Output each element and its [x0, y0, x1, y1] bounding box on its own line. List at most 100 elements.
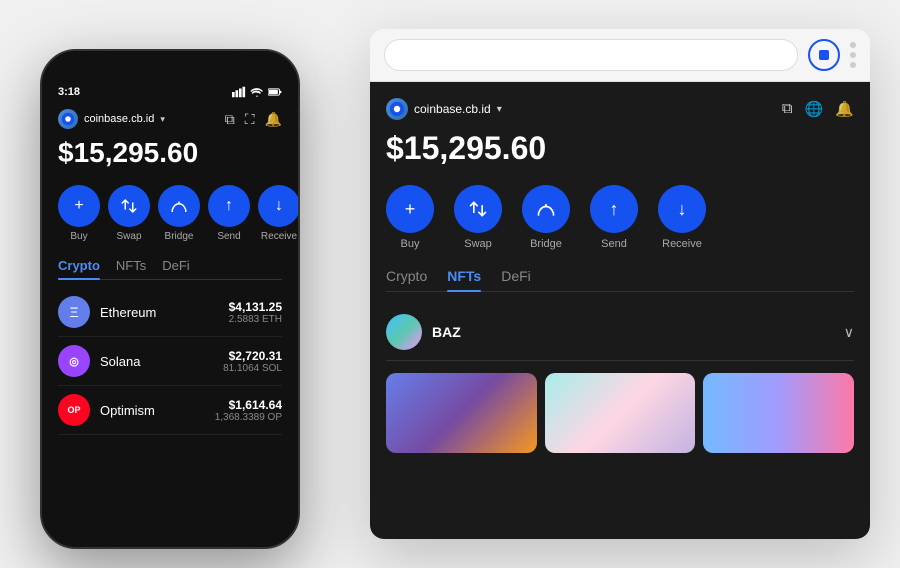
phone-tab-defi[interactable]: DeFi — [162, 258, 189, 279]
phone-account-name: coinbase.cb.id — [84, 113, 154, 125]
browser-content: coinbase.cb.id ▾ ⧉ 🌐 🔔 $15,295.60 + Buy — [370, 82, 870, 539]
phone-action-buttons: + Buy Swap Bridge ↑ Send — [58, 185, 282, 242]
browser-tab-defi[interactable]: DeFi — [501, 268, 531, 291]
phone-screen: 3:18 coinbase.cb.id ▾ — [42, 51, 298, 547]
nft-grid — [386, 373, 854, 453]
nft-collection-row[interactable]: BAZ ∨ — [386, 304, 854, 361]
phone-expand-icon[interactable]: ⛶ — [245, 111, 255, 128]
signal-icon — [232, 85, 246, 99]
phone-account-chevron[interactable]: ▾ — [160, 114, 165, 125]
browser-account-name: coinbase.cb.id — [414, 102, 491, 116]
browser-bridge-button[interactable]: Bridge — [522, 185, 570, 250]
phone-device: 3:18 coinbase.cb.id ▾ — [40, 49, 300, 549]
browser-receive-label: Receive — [662, 238, 702, 250]
nft-thumb-3[interactable] — [703, 373, 854, 453]
phone-receive-circle: ↓ — [258, 185, 300, 227]
browser-bridge-icon — [536, 199, 556, 219]
browser-swap-icon — [468, 199, 488, 219]
browser-receive-button[interactable]: ↓ Receive — [658, 185, 706, 250]
browser-coinbase-logo-icon — [389, 101, 405, 117]
sol-values: $2,720.31 81.1064 SOL — [223, 349, 282, 374]
swap-arrows-icon — [120, 197, 138, 215]
browser-dot-2 — [850, 52, 856, 58]
browser-swap-circle — [454, 185, 502, 233]
browser-tabs: Crypto NFTs DeFi — [386, 268, 854, 292]
phone-balance: $15,295.60 — [58, 137, 282, 169]
phone-asset-list: Ξ Ethereum $4,131.25 2.5883 ETH ◎ Solana… — [58, 288, 282, 435]
phone-time: 3:18 — [58, 86, 80, 98]
phone-receive-button[interactable]: ↓ Receive — [258, 185, 300, 242]
browser-swap-label: Swap — [464, 238, 492, 250]
browser-dot-1 — [850, 42, 856, 48]
phone-bridge-label: Bridge — [165, 231, 194, 242]
sol-name: Solana — [100, 354, 223, 369]
phone-bridge-circle — [158, 185, 200, 227]
asset-row-op[interactable]: OP Optimism $1,614.64 1,368.3389 OP — [58, 386, 282, 435]
phone-receive-label: Receive — [261, 231, 297, 242]
phone-buy-circle: + — [58, 185, 100, 227]
phone-swap-label: Swap — [116, 231, 141, 242]
eth-amount: 2.5883 ETH — [229, 314, 282, 325]
browser-receive-circle: ↓ — [658, 185, 706, 233]
phone-account-avatar — [58, 109, 78, 129]
phone-send-circle: ↑ — [208, 185, 250, 227]
phone-bridge-button[interactable]: Bridge — [158, 185, 200, 242]
browser-account-info[interactable]: coinbase.cb.id ▾ — [386, 98, 502, 120]
browser-bridge-circle — [522, 185, 570, 233]
asset-row-sol[interactable]: ◎ Solana $2,720.31 81.1064 SOL — [58, 337, 282, 386]
nft-collection-chevron[interactable]: ∨ — [844, 324, 854, 341]
browser-account-chevron[interactable]: ▾ — [497, 104, 502, 115]
browser-copy-icon[interactable]: ⧉ — [782, 100, 793, 118]
wifi-icon — [250, 85, 264, 99]
eth-icon: Ξ — [58, 296, 90, 328]
phone-swap-button[interactable]: Swap — [108, 185, 150, 242]
asset-row-eth[interactable]: Ξ Ethereum $4,131.25 2.5883 ETH — [58, 288, 282, 337]
browser-tab-crypto[interactable]: Crypto — [386, 268, 427, 291]
phone-buy-button[interactable]: + Buy — [58, 185, 100, 242]
browser-buy-circle: + — [386, 185, 434, 233]
browser-chrome — [370, 29, 870, 82]
phone-notch — [130, 51, 210, 73]
nft-thumb-1[interactable] — [386, 373, 537, 453]
op-usd: $1,614.64 — [215, 398, 282, 412]
eth-values: $4,131.25 2.5883 ETH — [229, 300, 282, 325]
browser-buy-button[interactable]: + Buy — [386, 185, 434, 250]
scene: 3:18 coinbase.cb.id ▾ — [20, 19, 880, 549]
browser-url-bar[interactable] — [384, 39, 798, 71]
phone-send-label: Send — [217, 231, 240, 242]
phone-account-info[interactable]: coinbase.cb.id ▾ — [58, 109, 165, 129]
stop-icon — [819, 50, 829, 60]
phone-header-icons: ⧉ ⛶ 🔔 — [225, 111, 282, 128]
browser-header-icons: ⧉ 🌐 🔔 — [782, 100, 854, 118]
battery-icon — [268, 85, 282, 99]
browser-action-buttons: + Buy Swap Bridge ↑ Send — [386, 185, 854, 250]
phone-copy-icon[interactable]: ⧉ — [225, 111, 235, 128]
phone-send-button[interactable]: ↑ Send — [208, 185, 250, 242]
phone-swap-circle — [108, 185, 150, 227]
phone-tabs: Crypto NFTs DeFi — [58, 258, 282, 280]
phone-bell-icon[interactable]: 🔔 — [265, 111, 282, 128]
sol-icon: ◎ — [58, 345, 90, 377]
browser-account-avatar — [386, 98, 408, 120]
browser-send-label: Send — [601, 238, 627, 250]
nft-collection-avatar — [386, 314, 422, 350]
browser-globe-icon[interactable]: 🌐 — [805, 100, 824, 118]
phone-tab-crypto[interactable]: Crypto — [58, 258, 100, 279]
nft-thumb-2[interactable] — [545, 373, 696, 453]
browser-header: coinbase.cb.id ▾ ⧉ 🌐 🔔 — [386, 98, 854, 120]
sol-amount: 81.1064 SOL — [223, 363, 282, 374]
phone-tab-nfts[interactable]: NFTs — [116, 258, 146, 279]
op-values: $1,614.64 1,368.3389 OP — [215, 398, 282, 423]
browser-btn-group — [850, 42, 856, 68]
browser-swap-button[interactable]: Swap — [454, 185, 502, 250]
browser-buy-label: Buy — [401, 238, 420, 250]
phone-buy-label: Buy — [70, 231, 87, 242]
browser-tab-nfts[interactable]: NFTs — [447, 268, 481, 291]
op-amount: 1,368.3389 OP — [215, 412, 282, 423]
browser-send-circle: ↑ — [590, 185, 638, 233]
eth-usd: $4,131.25 — [229, 300, 282, 314]
sol-usd: $2,720.31 — [223, 349, 282, 363]
browser-stop-button[interactable] — [808, 39, 840, 71]
browser-bell-icon[interactable]: 🔔 — [835, 100, 854, 118]
browser-send-button[interactable]: ↑ Send — [590, 185, 638, 250]
